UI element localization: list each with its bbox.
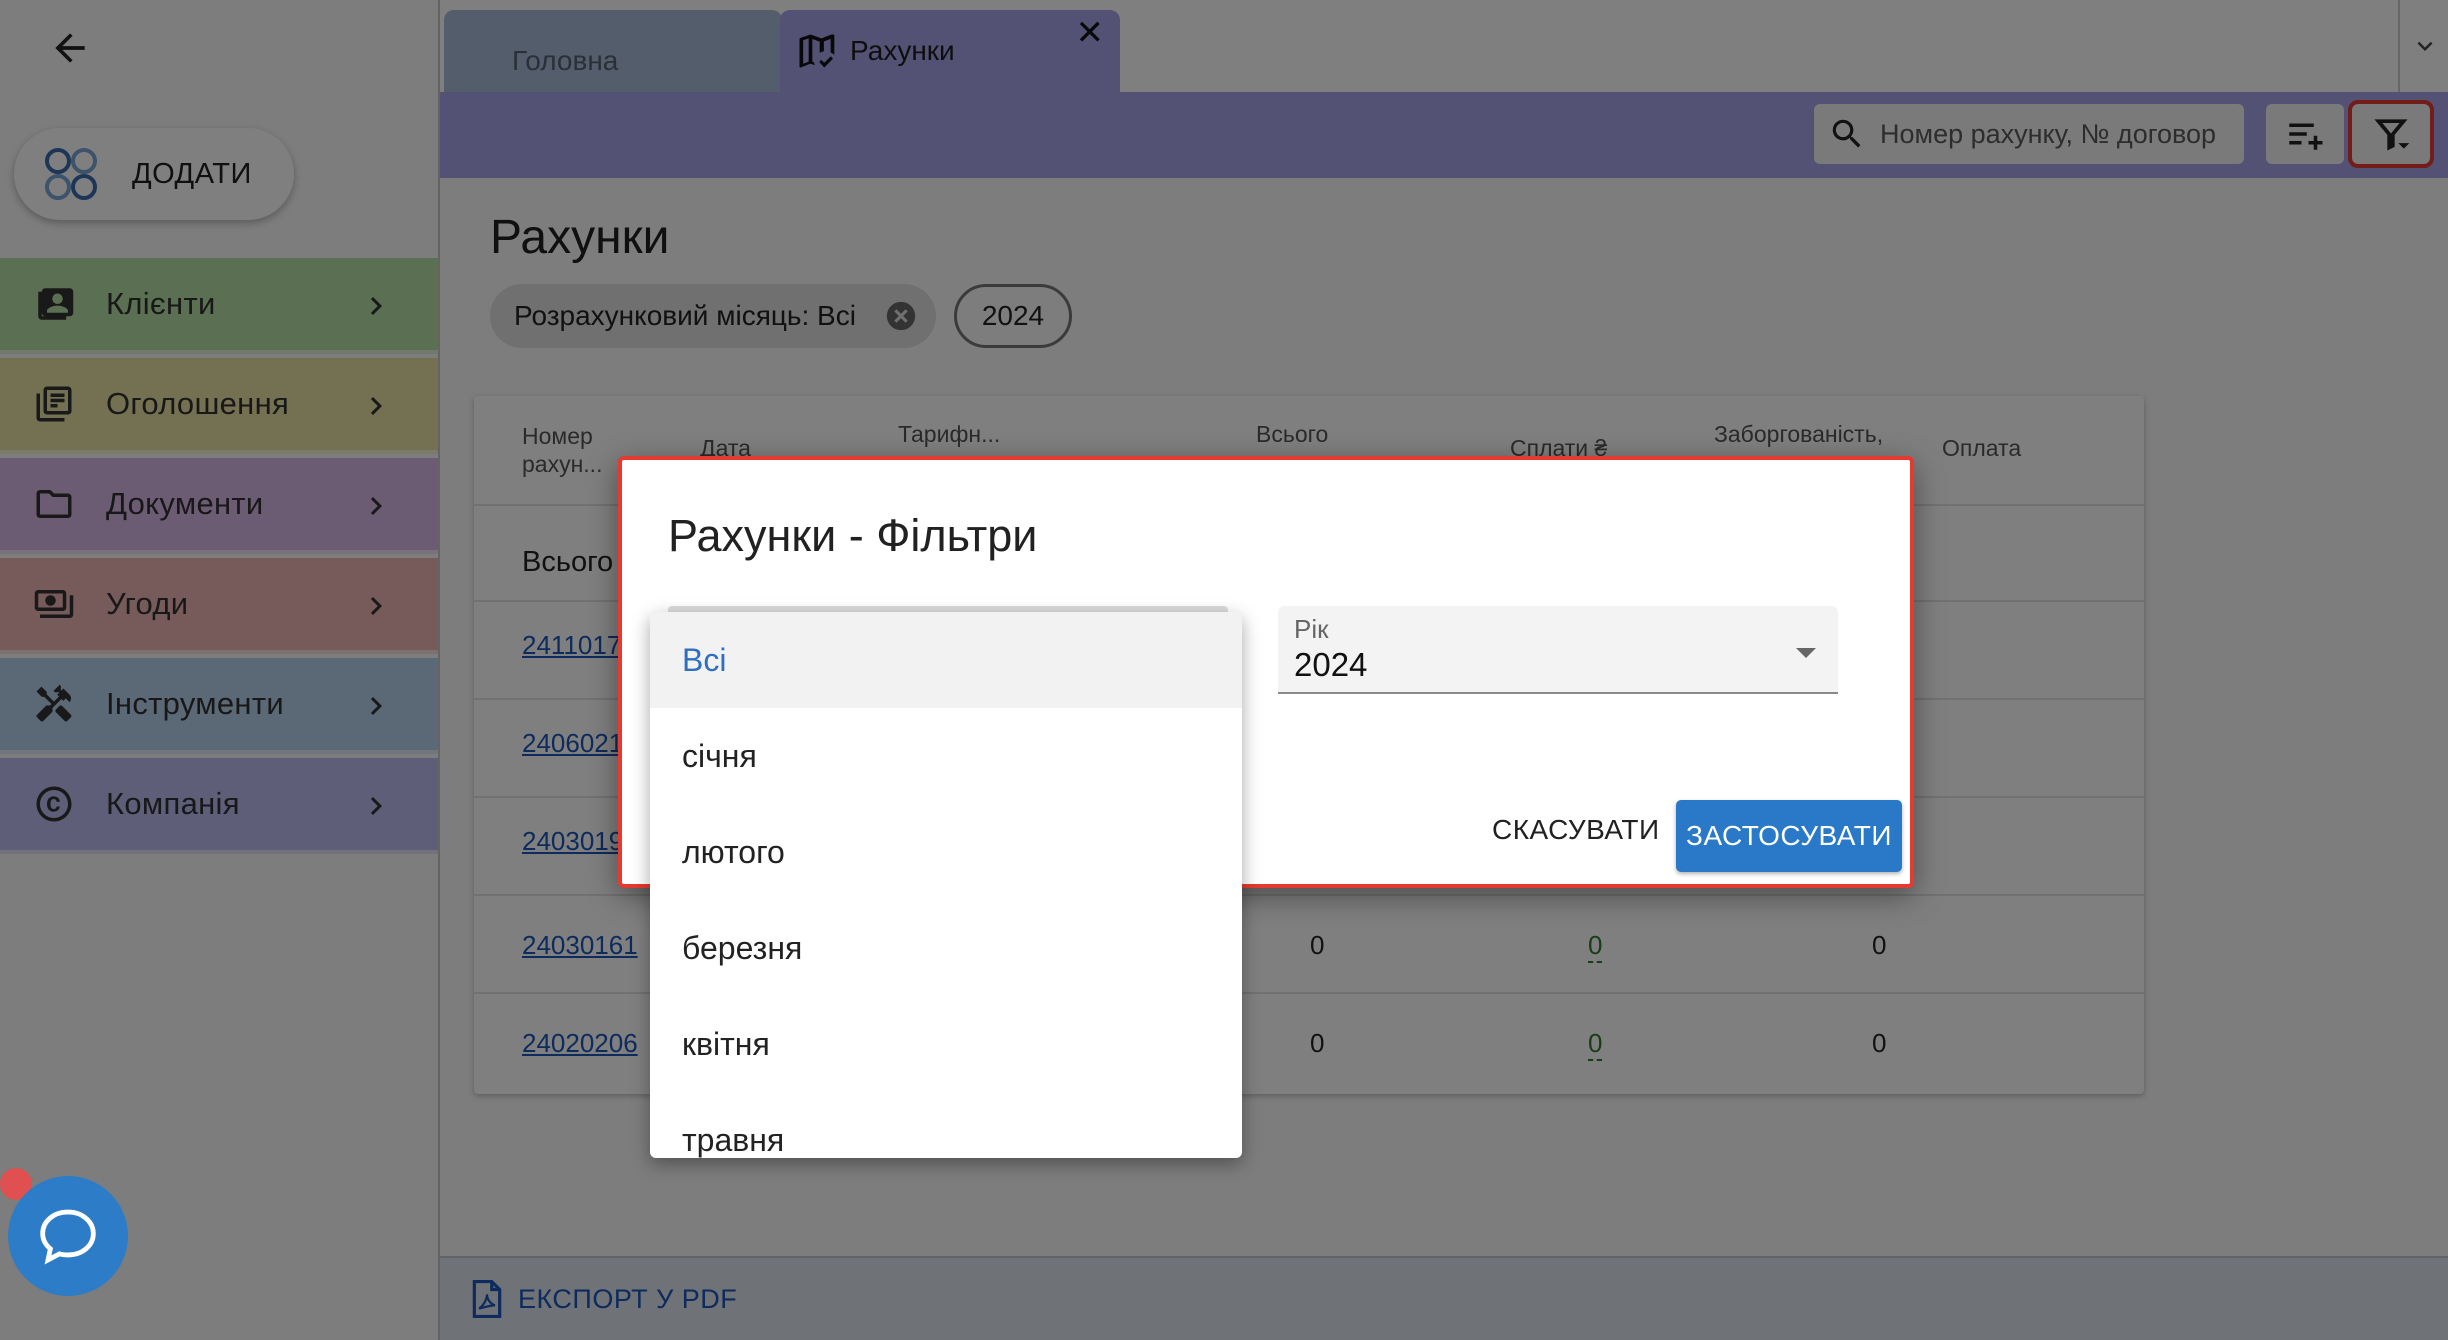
year-select-value: 2024 — [1294, 646, 1368, 683]
month-dropdown-menu: Всі січня лютого березня квітня травня — [650, 612, 1242, 1158]
year-select[interactable]: Рік 2024 — [1278, 606, 1838, 694]
month-option-april[interactable]: квітня — [650, 996, 1242, 1092]
month-option-all[interactable]: Всі — [650, 612, 1242, 708]
option-label: травня — [682, 1121, 785, 1158]
option-label: січня — [682, 737, 757, 774]
month-option-february[interactable]: лютого — [650, 804, 1242, 900]
option-label: квітня — [682, 1025, 770, 1062]
cancel-button[interactable]: СКАСУВАТИ — [1478, 800, 1674, 860]
year-select-label: Рік — [1294, 614, 1329, 644]
option-label: березня — [682, 929, 803, 966]
option-label: Всі — [682, 641, 727, 678]
month-option-january[interactable]: січня — [650, 708, 1242, 804]
month-option-march[interactable]: березня — [650, 900, 1242, 996]
option-label: лютого — [682, 833, 785, 870]
chat-bubble-icon — [40, 1209, 96, 1265]
apply-button[interactable]: ЗАСТОСУВАТИ — [1676, 800, 1902, 872]
dropdown-arrow-icon — [1796, 648, 1816, 658]
month-option-may[interactable]: травня — [650, 1092, 1242, 1158]
chat-button[interactable] — [8, 1176, 128, 1296]
dialog-title: Рахунки - Фільтри — [668, 510, 1038, 561]
